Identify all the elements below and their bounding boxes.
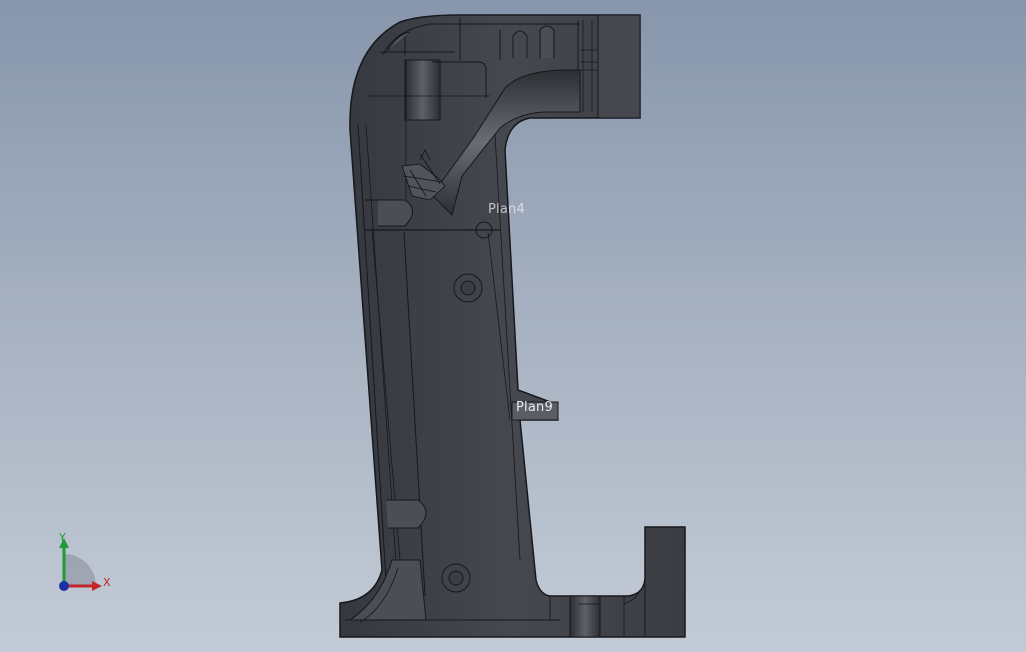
plane-label-mid[interactable]: Plan9 (516, 400, 553, 415)
cad-model-view[interactable] (0, 0, 1026, 652)
mounting-hole-lower (441, 563, 471, 593)
top-end-block (597, 14, 641, 119)
graphics-viewport[interactable]: Plan4 Plan9 Y X (0, 0, 1026, 652)
triad-y-label: Y (59, 531, 66, 544)
mounting-hole-upper (453, 273, 483, 303)
triad-x-label: X (103, 576, 111, 589)
plane-label-top[interactable]: Plan4 (488, 202, 525, 217)
